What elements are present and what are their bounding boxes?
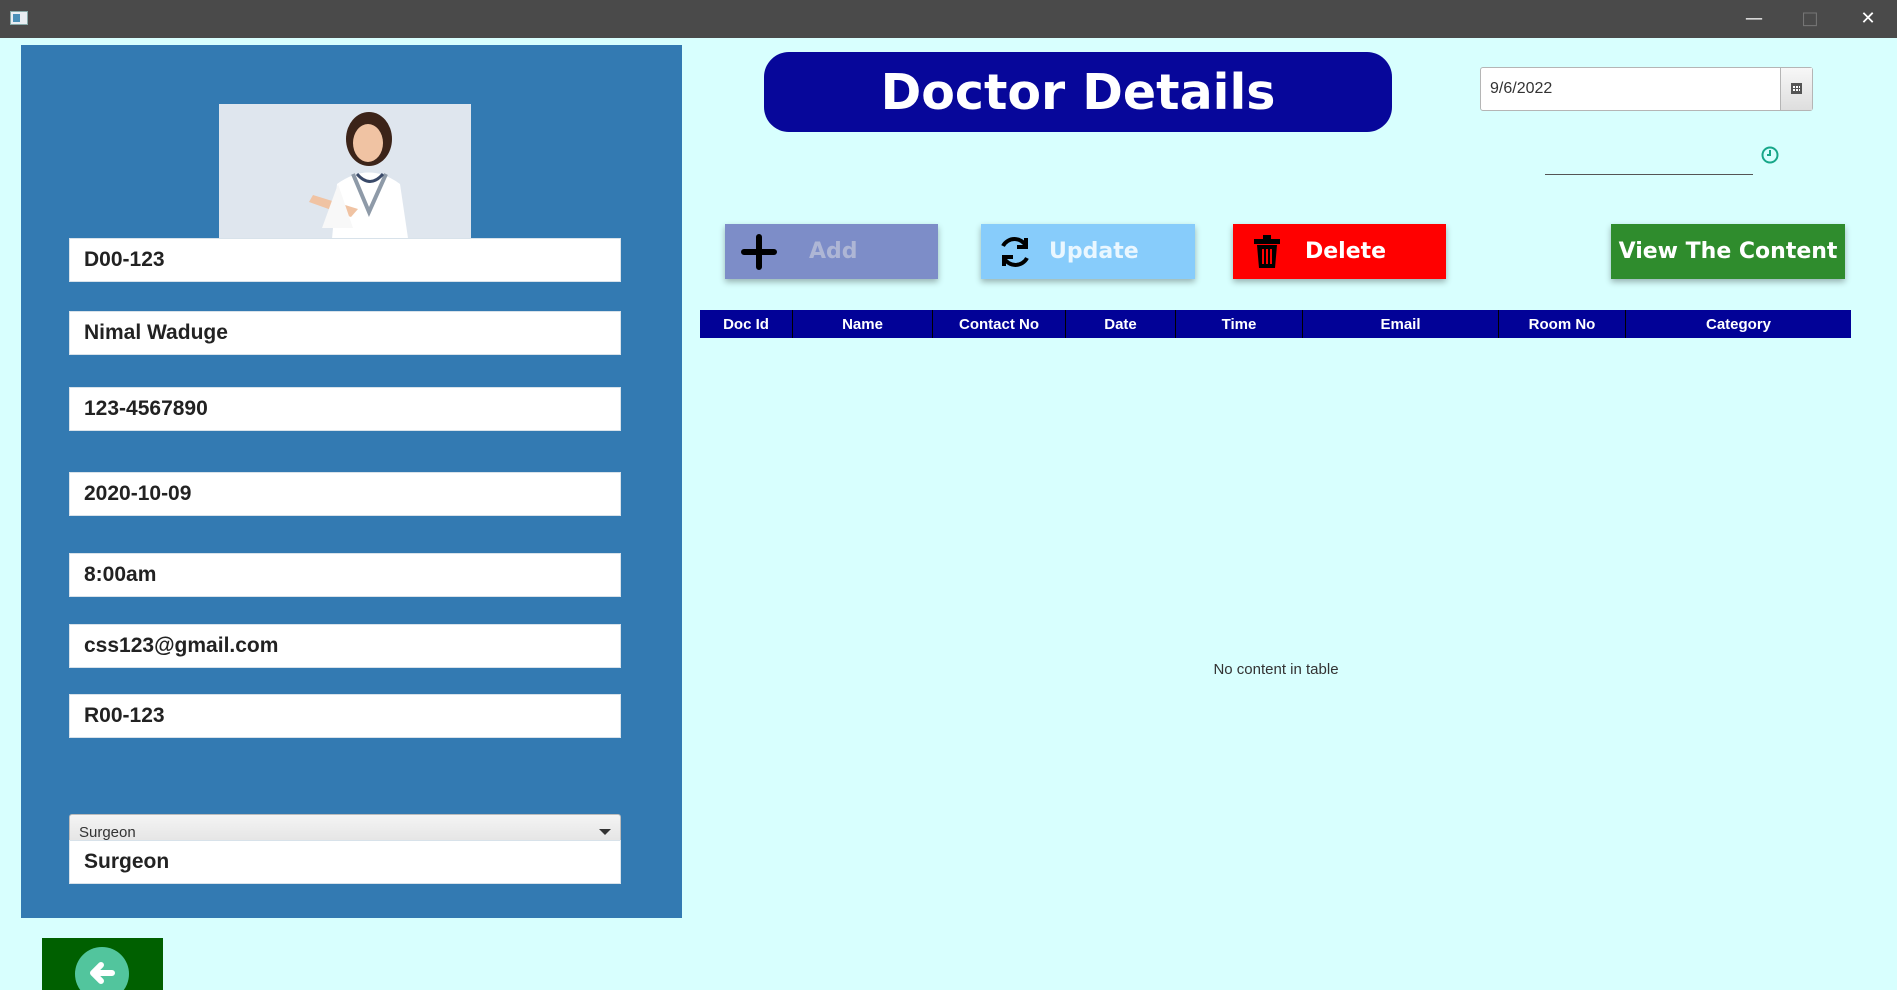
- time-field[interactable]: 8:00am: [69, 553, 621, 597]
- category-select-value: Surgeon: [79, 824, 136, 841]
- calendar-button[interactable]: [1780, 68, 1812, 110]
- delete-label: Delete: [1305, 239, 1387, 264]
- column-category[interactable]: Category: [1626, 310, 1851, 338]
- close-button[interactable]: ✕: [1839, 0, 1897, 38]
- arrow-left-icon: [90, 962, 115, 984]
- doctor-id-field[interactable]: D00-123: [69, 238, 621, 282]
- category-field[interactable]: Surgeon: [69, 840, 621, 884]
- time-picker-input[interactable]: [1545, 174, 1753, 175]
- plus-icon: [741, 234, 777, 270]
- doctor-table-header: Doc Id Name Contact No Date Time Email R…: [700, 310, 1851, 338]
- calendar-icon: [1791, 83, 1802, 94]
- add-label: Add: [809, 239, 858, 264]
- update-button[interactable]: Update: [981, 224, 1195, 279]
- table-empty-message: No content in table: [1213, 661, 1339, 678]
- column-doc-id[interactable]: Doc Id: [700, 310, 793, 338]
- refresh-icon: [1001, 237, 1029, 267]
- email-field[interactable]: css123@gmail.com: [69, 624, 621, 668]
- app-window-icon: [10, 11, 28, 25]
- window-titlebar: — □ ✕: [0, 0, 1897, 38]
- trash-icon: [1254, 235, 1280, 268]
- delete-button[interactable]: Delete: [1233, 224, 1446, 279]
- date-picker-value: 9/6/2022: [1490, 80, 1553, 97]
- maximize-button[interactable]: □: [1781, 0, 1839, 38]
- date-field[interactable]: 2020-10-09: [69, 472, 621, 516]
- chevron-down-icon: [599, 829, 611, 835]
- column-contact-no[interactable]: Contact No: [933, 310, 1066, 338]
- date-picker[interactable]: 9/6/2022: [1480, 67, 1813, 111]
- minimize-button[interactable]: —: [1725, 0, 1783, 38]
- doctor-form-panel: D00-123 Nimal Waduge 123-4567890 2020-10…: [21, 45, 682, 918]
- column-name[interactable]: Name: [793, 310, 933, 338]
- view-content-label: View The Content: [1618, 239, 1838, 264]
- update-label: Update: [1049, 239, 1139, 264]
- column-time[interactable]: Time: [1176, 310, 1303, 338]
- room-no-field[interactable]: R00-123: [69, 694, 621, 738]
- column-room-no[interactable]: Room No: [1499, 310, 1626, 338]
- doctor-name-field[interactable]: Nimal Waduge: [69, 311, 621, 355]
- column-email[interactable]: Email: [1303, 310, 1499, 338]
- view-content-button[interactable]: View The Content: [1611, 224, 1845, 279]
- page-title: Doctor Details: [764, 52, 1392, 132]
- contact-no-field[interactable]: 123-4567890: [69, 387, 621, 431]
- back-button[interactable]: [42, 938, 163, 990]
- clock-icon[interactable]: [1761, 146, 1779, 164]
- column-date[interactable]: Date: [1066, 310, 1176, 338]
- add-button[interactable]: Add: [725, 224, 938, 279]
